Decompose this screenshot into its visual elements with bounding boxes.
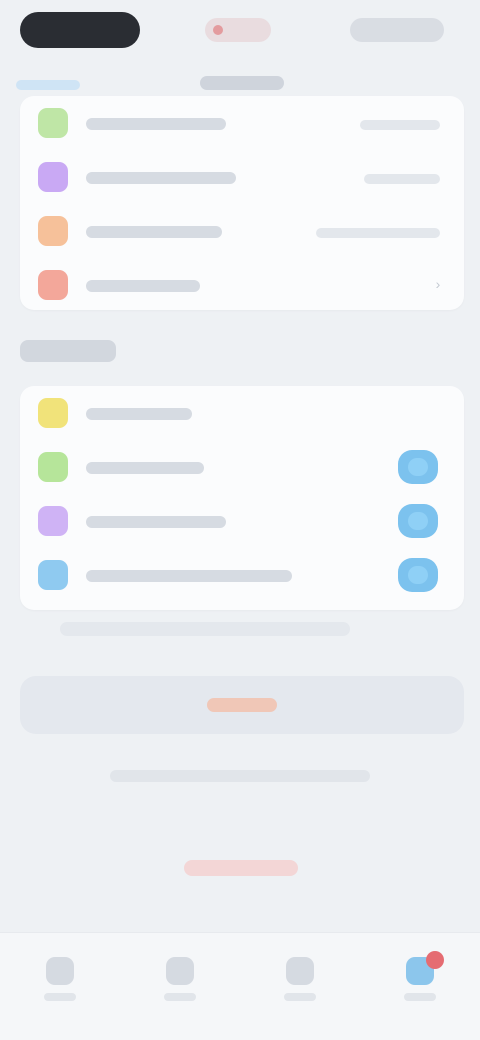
settings-row[interactable]: ›: [20, 258, 464, 312]
row-label: [86, 408, 192, 420]
account-pill[interactable]: [20, 12, 140, 48]
row-value: [360, 120, 440, 130]
red-square-icon: [38, 270, 68, 300]
settings-row[interactable]: [20, 96, 464, 150]
blue-square-icon: [38, 560, 68, 590]
row-value: [316, 228, 440, 238]
row-label: [86, 226, 222, 238]
tab-item-3[interactable]: [270, 951, 330, 1011]
yellow-square-icon: [38, 398, 68, 428]
status-pill[interactable]: [205, 18, 271, 42]
purple-square-icon: [38, 506, 68, 536]
settings-row[interactable]: [20, 150, 464, 204]
row-label: [86, 570, 292, 582]
tab-item-1[interactable]: [30, 951, 90, 1011]
back-link[interactable]: [16, 80, 80, 90]
settings-card-top: ›: [20, 96, 464, 310]
tab-label: [284, 993, 316, 1001]
tab-icon-2: [166, 957, 194, 985]
settings-row[interactable]: [20, 494, 464, 548]
purple-square-icon: [38, 162, 68, 192]
top-bar: [0, 0, 480, 64]
row-label: [86, 118, 226, 130]
tab-icon-3: [286, 957, 314, 985]
danger-link[interactable]: [184, 860, 298, 876]
helper-text: [110, 770, 370, 782]
settings-row[interactable]: [20, 548, 464, 602]
settings-row[interactable]: [20, 204, 464, 258]
feature-toggle[interactable]: [398, 450, 438, 484]
row-label: [86, 462, 204, 474]
feature-toggle[interactable]: [398, 558, 438, 592]
section-footnote: [60, 622, 350, 636]
status-dot-icon: [213, 25, 223, 35]
primary-action-label: [207, 698, 277, 712]
section-title: [20, 340, 116, 362]
primary-action-button[interactable]: [20, 676, 464, 734]
tab-icon-1: [46, 957, 74, 985]
tab-label: [404, 993, 436, 1001]
tab-label: [164, 993, 196, 1001]
bottom-tab-bar: [0, 932, 480, 1040]
green-square-icon: [38, 108, 68, 138]
orange-square-icon: [38, 216, 68, 246]
page-subtitle: [200, 76, 284, 90]
row-value: [364, 174, 440, 184]
settings-row[interactable]: [20, 386, 464, 440]
settings-row[interactable]: [20, 440, 464, 494]
row-label: [86, 280, 200, 292]
settings-card-toggles: [20, 386, 464, 610]
green-square-icon: [38, 452, 68, 482]
row-label: [86, 516, 226, 528]
chevron-right-icon: ›: [435, 276, 441, 292]
notification-badge: [426, 951, 444, 969]
row-label: [86, 172, 236, 184]
tab-item-2[interactable]: [150, 951, 210, 1011]
header-action-pill[interactable]: [350, 18, 444, 42]
tab-label: [44, 993, 76, 1001]
feature-toggle[interactable]: [398, 504, 438, 538]
tab-item-4[interactable]: [390, 951, 450, 1011]
